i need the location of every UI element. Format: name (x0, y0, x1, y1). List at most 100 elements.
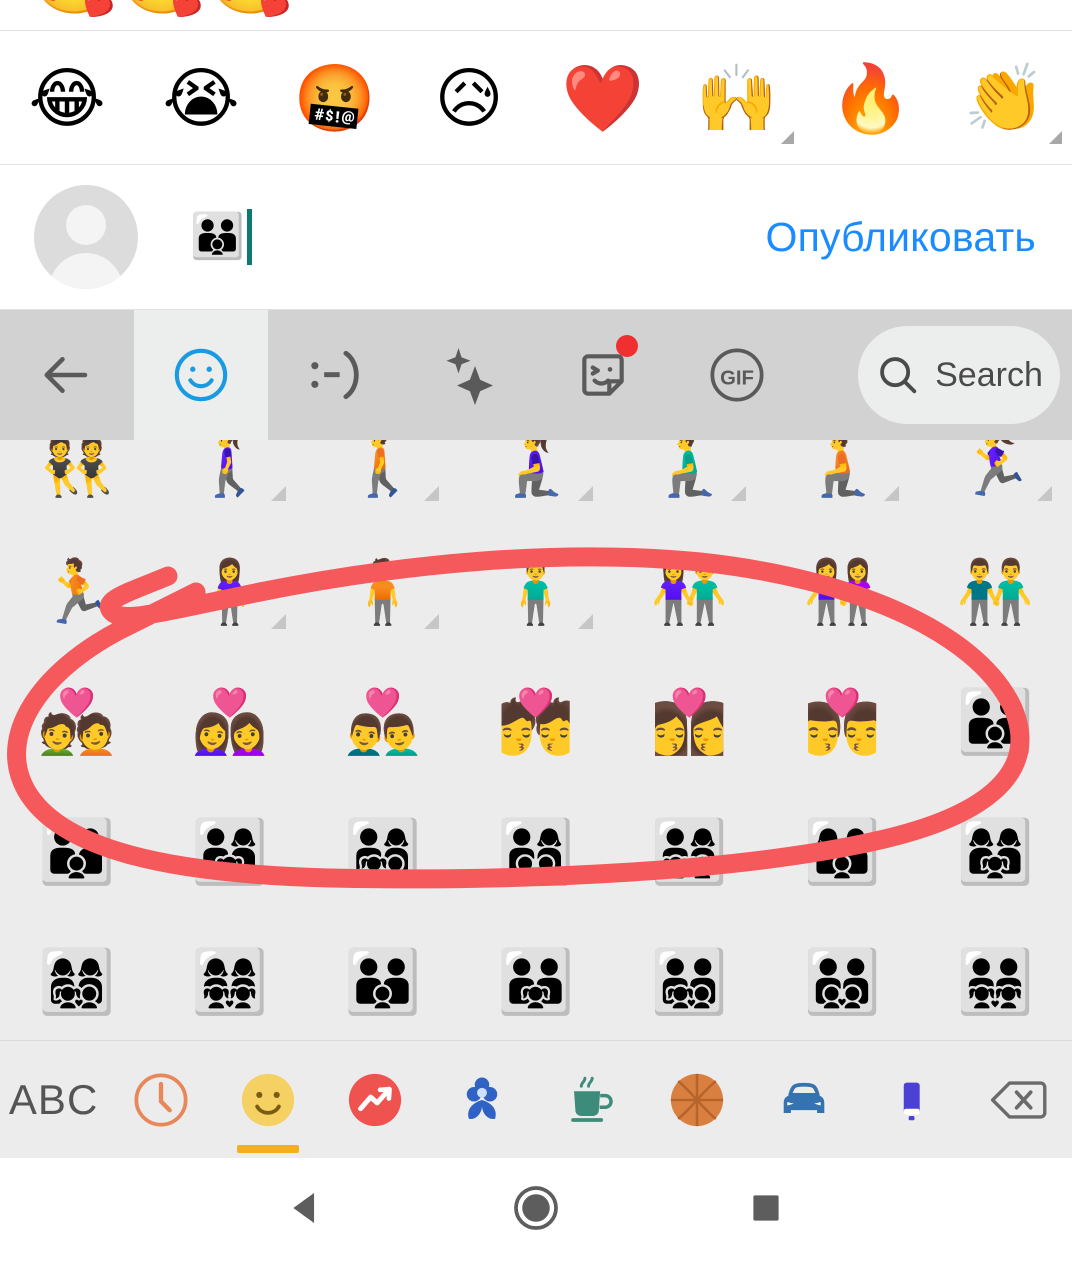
kiss-man-man[interactable]: 👨‍❤️‍💋‍👨 (766, 678, 919, 828)
emoji-glyph: 💏 (497, 688, 575, 757)
family-woman-woman-girl-girl[interactable]: 👩‍👩‍👧‍👧 (153, 938, 306, 1040)
emoji-glyph: 👨‍❤️‍💋‍👨 (803, 688, 881, 757)
circle-icon (514, 1186, 558, 1230)
emoji-glyph: 👨‍👨‍👦 (344, 948, 422, 1017)
sticker-new-badge (616, 335, 638, 357)
family-man-man-boy-boy[interactable]: 👨‍👨‍👦‍👦 (766, 938, 919, 1040)
publish-button[interactable]: Опубликовать (766, 214, 1038, 261)
emoji-glyph: 👨‍👩‍👧‍👧 (650, 818, 728, 887)
family-man-woman-girl[interactable]: 👨‍👩‍👧 (153, 808, 306, 958)
partial-reaction-emoji[interactable]: 🥰 (206, 0, 296, 14)
reaction-face-with-symbols-on-mouth[interactable]: 🤬 (268, 31, 402, 164)
women-holding-hands[interactable]: 👭 (766, 548, 919, 698)
reaction-fire[interactable]: 🔥 (804, 31, 938, 164)
emoji-glyph: 👭 (803, 558, 881, 627)
food-drink-icon[interactable] (536, 1041, 643, 1159)
emoji-glyph: 😭 (162, 60, 240, 135)
couple-with-heart-man-man[interactable]: 👨‍❤️‍👨 (306, 678, 459, 828)
woman-and-man-holding-hands[interactable]: 👫 (613, 548, 766, 698)
emoji-glyph: 👨‍👨‍👧 (497, 948, 575, 1017)
android-nav-bar (0, 1158, 1072, 1258)
emoji-glyph: 👨‍👩‍👧‍👦 (344, 818, 422, 887)
search-label: Search (935, 355, 1043, 394)
avatar[interactable] (34, 185, 138, 289)
couple-with-heart[interactable]: 💑 (0, 678, 153, 828)
emoji-glyph: 🔥 (829, 60, 913, 135)
nature-flower-icon[interactable] (429, 1041, 536, 1159)
kiss[interactable]: 💏 (459, 678, 612, 828)
family[interactable]: 👪 (919, 678, 1072, 828)
nav-back-button[interactable] (191, 1185, 421, 1231)
reaction-bar: 😂 😭 🤬 😥 ❤️ 🙌 🔥 👏 (0, 30, 1072, 165)
partial-reaction-emoji[interactable]: 🥰 (30, 0, 120, 14)
emoji-glyph: 🧍 (344, 558, 422, 627)
skin-tone-variant-marker (424, 614, 440, 629)
nav-recents-button[interactable] (651, 1187, 881, 1229)
woman-standing[interactable]: 🧍‍♀️ (153, 548, 306, 698)
family-man-man-girl-boy[interactable]: 👨‍👨‍👧‍👦 (613, 938, 766, 1040)
comment-input[interactable]: 👨‍👨‍👦 (138, 209, 766, 265)
sticker-icon[interactable] (536, 310, 670, 440)
family-man-woman-boy[interactable]: 👨‍👩‍👦 (0, 808, 153, 958)
objects-battery-icon[interactable] (858, 1041, 965, 1159)
emoji-glyph: 👩‍❤️‍💋‍👩 (650, 688, 728, 757)
family-man-man-boy[interactable]: 👨‍👨‍👦 (306, 938, 459, 1040)
reaction-raising-hands[interactable]: 🙌 (670, 31, 804, 164)
emoji-glyph: 👯 (37, 440, 116, 499)
skin-tone-variant-marker (271, 614, 287, 629)
person-standing[interactable]: 🧍 (306, 548, 459, 698)
family-woman-woman-boy[interactable]: 👩‍👩‍👦 (766, 808, 919, 958)
emoji-glyph: 🙌 (695, 60, 779, 135)
family-woman-woman-girl-boy[interactable]: 👩‍👩‍👧‍👦 (0, 938, 153, 1040)
emoji-glyph: 👨‍👨‍👦‍👦 (803, 948, 881, 1017)
trending-icon[interactable] (322, 1041, 429, 1159)
emoji-glyph: 👬 (956, 558, 1035, 627)
reaction-sad-but-relieved-face[interactable]: 😥 (402, 31, 536, 164)
partial-reaction-emoji[interactable]: 🥰 (118, 0, 208, 14)
skin-tone-variant-marker (424, 486, 440, 501)
emoticon-ascii-icon[interactable] (268, 310, 402, 440)
family-man-woman-girl-girl[interactable]: 👨‍👩‍👧‍👧 (613, 808, 766, 958)
text-caret (246, 209, 252, 265)
reaction-loudly-crying-face[interactable]: 😭 (134, 31, 268, 164)
man-standing[interactable]: 🧍‍♂️ (459, 548, 612, 698)
emoji-glyph: 👩‍👩‍👦 (803, 818, 881, 887)
svg-text:GIF: GIF (720, 367, 754, 389)
emoji-glyph: 👨‍👨‍👧‍👦 (650, 948, 728, 1017)
recent-clock-icon[interactable] (107, 1041, 214, 1159)
gif-icon[interactable]: GIF (670, 310, 804, 440)
smileys-people-icon[interactable] (214, 1041, 321, 1159)
nav-home-button[interactable] (421, 1183, 651, 1233)
emoji-glyph: 👩‍👩‍👧‍👧 (191, 948, 269, 1017)
reaction-red-heart[interactable]: ❤️ (536, 31, 670, 164)
activity-basketball-icon[interactable] (643, 1041, 750, 1159)
skin-tone-variant-marker (1036, 486, 1052, 501)
emoji-row-people-standing: 🏃 🧍‍♀️ 🧍 🧍‍♂️ 👫 👭 👬 (0, 548, 1072, 698)
sparkle-icon[interactable] (402, 310, 536, 440)
kiss-woman-woman[interactable]: 👩‍❤️‍💋‍👩 (613, 678, 766, 828)
person-running[interactable]: 🏃 (0, 548, 153, 698)
family-man-woman-girl-boy[interactable]: 👨‍👩‍👧‍👦 (306, 808, 459, 958)
search-button[interactable]: Search (858, 326, 1060, 424)
category-selected-underline (237, 1144, 299, 1153)
family-man-woman-boy-boy[interactable]: 👨‍👩‍👦‍👦 (459, 808, 612, 958)
couple-with-heart-woman-woman[interactable]: 👩‍❤️‍👩 (153, 678, 306, 828)
backspace-icon[interactable] (965, 1041, 1072, 1159)
family-man-man-girl[interactable]: 👨‍👨‍👧 (459, 938, 612, 1040)
travel-car-icon[interactable] (750, 1041, 857, 1159)
skin-tone-variant-marker (118, 614, 134, 629)
family-man-man-girl-girl[interactable]: 👨‍👨‍👧‍👧 (919, 938, 1072, 1040)
avatar-body (49, 253, 123, 289)
search-icon (880, 357, 917, 394)
skin-tone-variant-marker (730, 486, 746, 501)
back-arrow-icon[interactable] (0, 310, 134, 440)
keyboard-toolbar: GIF Search (0, 310, 1072, 440)
family-woman-woman-girl[interactable]: 👩‍👩‍👧 (919, 808, 1072, 958)
reaction-face-with-tears-of-joy[interactable]: 😂 (0, 31, 134, 164)
emoji-glyph: 👩‍❤️‍👩 (191, 688, 269, 757)
men-holding-hands[interactable]: 👬 (919, 548, 1072, 698)
emoji-smiley-icon[interactable] (134, 310, 268, 440)
abc-label: ABC (8, 1075, 99, 1123)
abc-key[interactable]: ABC (0, 1041, 107, 1159)
reaction-clapping-hands[interactable]: 👏 (938, 31, 1072, 164)
